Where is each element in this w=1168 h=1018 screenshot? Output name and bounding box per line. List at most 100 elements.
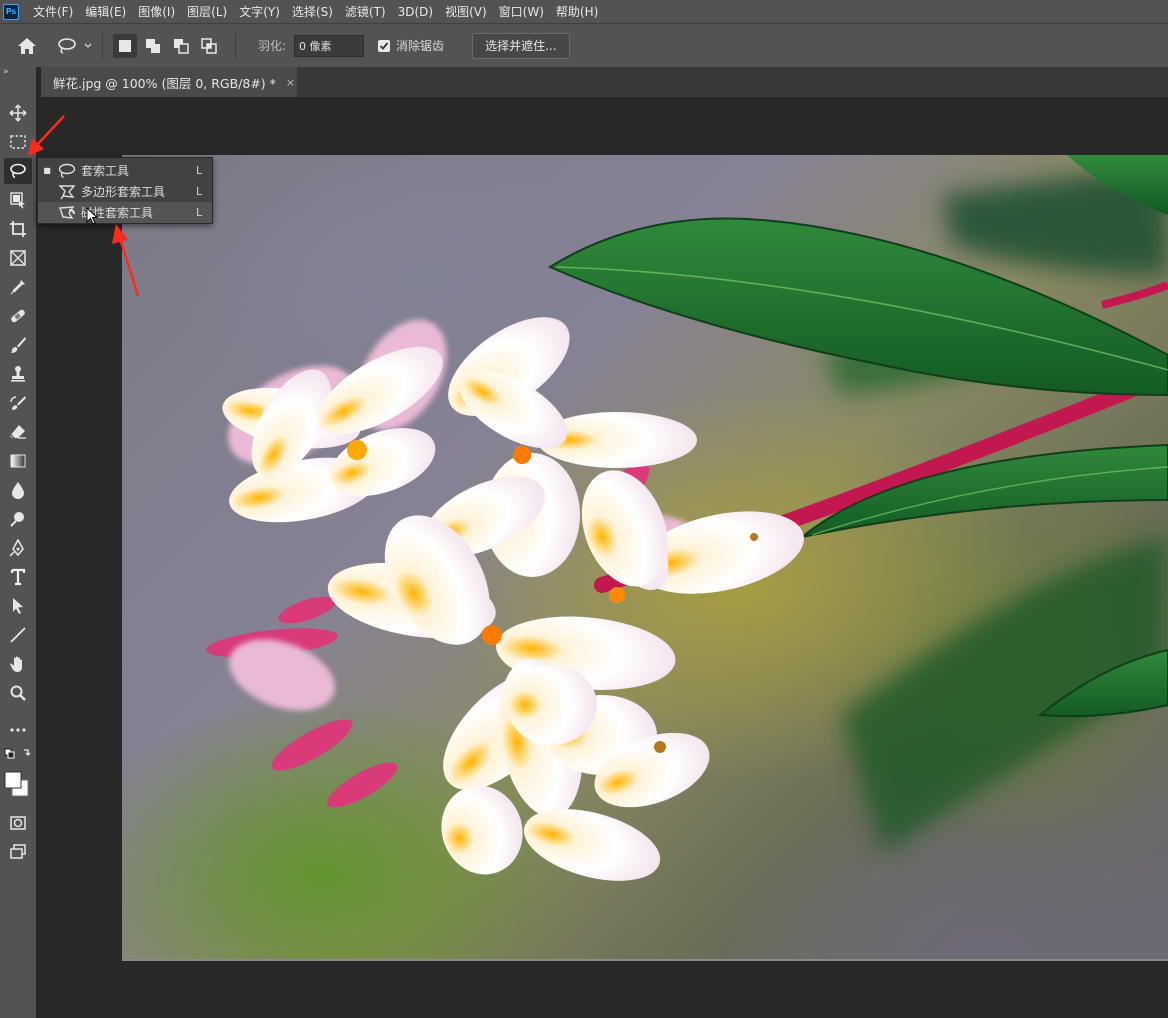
flyout-item-label: 多边形套索工具	[81, 185, 166, 199]
document-tab-title: 鲜花.jpg @ 100% (图层 0, RGB/8#) *	[53, 75, 276, 91]
quick-mask-button[interactable]	[4, 810, 32, 836]
flyout-item-magnetic-lasso[interactable]: 磁性套索工具 L	[38, 202, 212, 223]
checkmark-icon	[379, 41, 389, 50]
object-selection-tool[interactable]	[4, 187, 32, 213]
crop-icon	[10, 221, 26, 237]
flyout-item-label: 套索工具	[81, 164, 130, 178]
home-icon	[18, 37, 36, 54]
panel-collapse-icon[interactable]: »	[3, 67, 9, 77]
color-swatches[interactable]	[4, 767, 32, 803]
subtract-from-selection-button[interactable]	[169, 34, 193, 58]
feather-label: 羽化:	[258, 39, 287, 53]
foreground-background-colors-icon	[4, 771, 29, 797]
lasso-icon	[56, 162, 78, 180]
path-selection-tool[interactable]	[4, 593, 32, 619]
menu-view[interactable]: 视图(V)	[445, 3, 487, 20]
gradient-tool[interactable]	[4, 448, 32, 474]
shortcut-key: L	[196, 206, 203, 219]
magnifier-icon	[10, 685, 26, 701]
history-brush-icon	[10, 396, 26, 410]
arrow-pointer-icon	[13, 598, 23, 614]
menu-3d[interactable]: 3D(D)	[398, 5, 433, 19]
lasso-icon	[10, 163, 26, 179]
add-to-selection-button[interactable]	[141, 34, 165, 58]
quick-mask-icon	[10, 816, 26, 830]
dodge-icon	[10, 512, 24, 527]
menu-filter[interactable]: 滤镜(T)	[345, 3, 386, 20]
tools-panel: »	[0, 67, 36, 1018]
menu-edit[interactable]: 编辑(E)	[85, 3, 126, 20]
document-image[interactable]	[122, 155, 1168, 960]
history-brush-tool[interactable]	[4, 390, 32, 416]
divider	[102, 32, 103, 59]
flyout-item-polygonal-lasso[interactable]: 多边形套索工具 L	[38, 181, 212, 202]
home-button[interactable]	[14, 33, 40, 59]
menu-type[interactable]: 文字(Y)	[239, 3, 280, 20]
antialias-checkbox[interactable]	[378, 39, 391, 52]
intersect-selection-icon	[201, 37, 217, 54]
pen-tool[interactable]	[4, 535, 32, 561]
add-selection-icon	[146, 38, 160, 53]
color-swap-controls[interactable]	[4, 745, 32, 763]
brush-tool[interactable]	[4, 332, 32, 358]
frame-tool[interactable]	[4, 245, 32, 271]
chevron-down-icon	[84, 43, 92, 48]
flower-photo-artwork	[206, 155, 1168, 881]
gradient-icon	[10, 454, 26, 468]
dodge-tool[interactable]	[4, 506, 32, 532]
line-tool[interactable]	[4, 622, 32, 648]
flyout-item-lasso[interactable]: ■ 套索工具 L	[38, 160, 212, 181]
menu-image[interactable]: 图像(I)	[138, 3, 175, 20]
menu-layer[interactable]: 图层(L)	[187, 3, 227, 20]
document-tab[interactable]: 鲜花.jpg @ 100% (图层 0, RGB/8#) * ×	[41, 67, 297, 97]
photoshop-logo-icon[interactable]: Ps	[3, 3, 19, 20]
screen-mode-button[interactable]	[4, 839, 32, 865]
canvas-edge	[122, 959, 1168, 961]
document-tab-bar: 鲜花.jpg @ 100% (图层 0, RGB/8#) * ×	[41, 67, 1168, 97]
menu-window[interactable]: 窗口(W)	[499, 3, 544, 20]
move-tool[interactable]	[4, 100, 32, 126]
crop-tool[interactable]	[4, 216, 32, 242]
new-selection-icon	[119, 39, 131, 52]
shortcut-key: L	[196, 164, 203, 177]
flyout-item-label: 磁性套索工具	[81, 206, 154, 220]
menu-help[interactable]: 帮助(H)	[556, 3, 598, 20]
shortcut-key: L	[196, 185, 203, 198]
zoom-tool[interactable]	[4, 680, 32, 706]
eyedropper-icon	[10, 280, 25, 295]
menu-bar: Ps 文件(F) 编辑(E) 图像(I) 图层(L) 文字(Y) 选择(S) 滤…	[0, 0, 1168, 23]
line-icon	[10, 627, 26, 643]
menu-select[interactable]: 选择(S)	[292, 3, 333, 20]
more-dots-icon	[10, 728, 26, 732]
type-icon	[10, 568, 26, 586]
antialias-label: 消除锯齿	[396, 39, 445, 53]
brush-icon	[11, 337, 26, 353]
intersect-selection-button[interactable]	[197, 34, 221, 58]
type-tool[interactable]	[4, 564, 32, 590]
screen-mode-icon	[10, 844, 26, 859]
new-selection-button[interactable]	[113, 33, 137, 58]
menu-file[interactable]: 文件(F)	[33, 3, 73, 20]
blur-tool[interactable]	[4, 477, 32, 503]
polygonal-lasso-icon	[56, 183, 78, 201]
clone-stamp-tool[interactable]	[4, 361, 32, 387]
marquee-tool[interactable]	[4, 129, 32, 155]
lasso-icon	[58, 37, 76, 54]
eraser-tool[interactable]	[4, 419, 32, 445]
close-icon[interactable]: ×	[286, 76, 295, 89]
move-icon	[9, 104, 27, 122]
select-and-mask-button[interactable]: 选择并遮住...	[472, 32, 570, 59]
frame-icon	[10, 250, 26, 266]
feather-input[interactable]: 0 像素	[294, 34, 365, 57]
edit-toolbar-button[interactable]	[4, 717, 32, 743]
stamp-icon	[11, 366, 25, 382]
eyedropper-tool[interactable]	[4, 274, 32, 300]
healing-brush-tool[interactable]	[4, 303, 32, 329]
rectangular-marquee-icon	[10, 135, 26, 149]
lasso-tool[interactable]	[4, 158, 32, 184]
lasso-tool-flyout: ■ 套索工具 L 多边形套索工具 L 磁性套索工具 L	[37, 157, 213, 224]
selected-bullet-icon: ■	[43, 166, 51, 175]
bandage-icon	[11, 309, 25, 323]
hand-tool[interactable]	[4, 651, 32, 677]
tool-preset-picker[interactable]	[56, 37, 92, 55]
